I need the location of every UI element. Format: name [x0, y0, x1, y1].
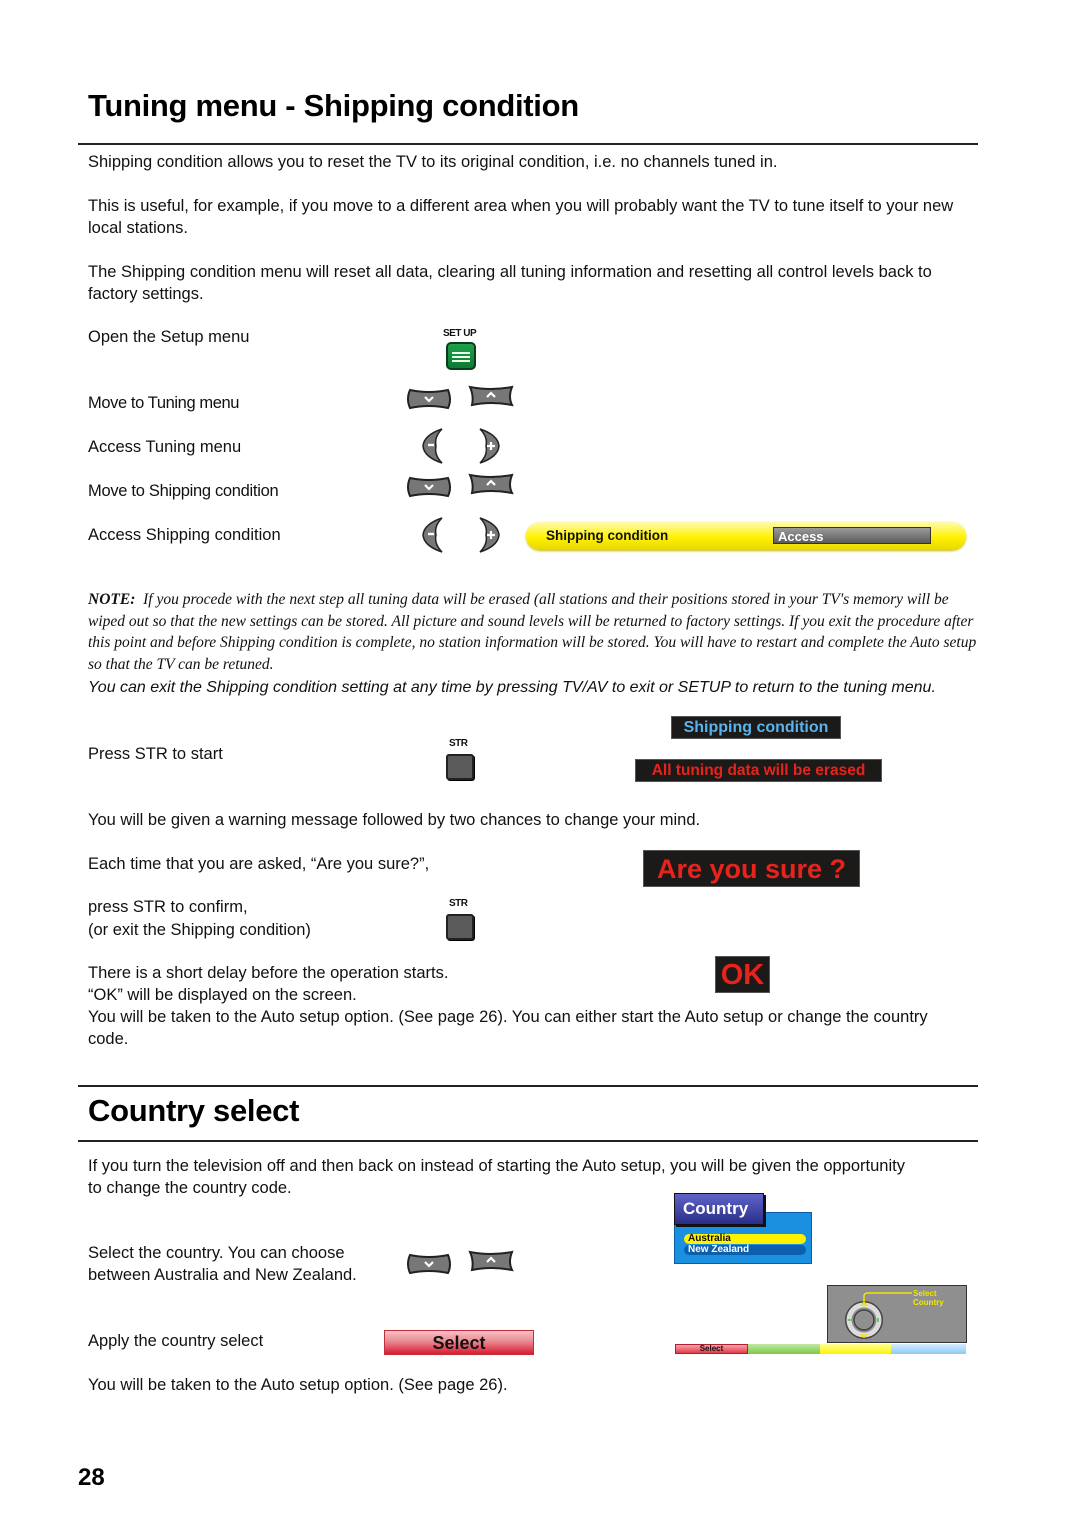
colorbar-blue[interactable] [891, 1344, 966, 1354]
osd-ok: OK [715, 956, 770, 993]
up-button-icon [468, 385, 514, 407]
colorbar-red-select[interactable]: Select [675, 1344, 748, 1354]
select-button[interactable]: Select [384, 1330, 534, 1355]
minus-button-icon [422, 517, 443, 553]
str-button-icon [446, 754, 474, 780]
osd-menu-row-value: Access [773, 527, 931, 544]
warning-text: You will be given a warning message foll… [88, 811, 701, 829]
str-button-label: STR [449, 898, 468, 909]
osd-menu-row-shipping: Shipping condition Access [526, 522, 966, 550]
step-move-tuning: Move to Tuning menu [88, 394, 240, 412]
select-country-text: Select the country. You can choose betwe… [88, 1244, 357, 1284]
colorbar-green[interactable] [748, 1344, 820, 1354]
page-number: 28 [78, 1464, 105, 1491]
step-access-tuning: Access Tuning menu [88, 438, 242, 456]
exit-shipping-text: (or exit the Shipping condition) [88, 921, 311, 939]
note-exit-text: You can exit the Shipping condition sett… [88, 679, 936, 696]
country-option-new-zealand[interactable]: New Zealand [684, 1245, 806, 1255]
intro-paragraph-1: Shipping condition allows you to reset t… [88, 153, 778, 171]
step-open-setup: Open the Setup menu [88, 328, 250, 346]
note-label: NOTE: [88, 591, 136, 608]
down-button-icon [407, 476, 451, 498]
intro-paragraph-3: The Shipping condition menu will reset a… [88, 263, 932, 303]
after-select-text: You will be taken to the Auto setup opti… [88, 1376, 508, 1394]
plus-button-icon [479, 428, 500, 464]
step-access-shipping: Access Shipping condition [88, 526, 281, 544]
country-intro: If you turn the television off and then … [88, 1157, 905, 1197]
setup-button-label: SET UP [443, 328, 477, 339]
title-rule [78, 143, 978, 145]
osd-warning: All tuning data will be erased [635, 759, 882, 782]
osd-are-you-sure: Are you sure ? [643, 850, 860, 887]
down-button-icon [407, 388, 451, 410]
section-title-country-select: Country select [88, 1093, 300, 1128]
down-button-icon [407, 1253, 451, 1275]
auto-setup-text: You will be taken to the Auto setup opti… [88, 1008, 928, 1048]
page-title: Tuning menu - Shipping condition [88, 88, 579, 123]
osd-country-title: Country [674, 1193, 764, 1225]
up-button-icon [468, 1250, 514, 1272]
osd-help-box: Select Country [827, 1285, 967, 1343]
press-confirm-text: press STR to confirm, [88, 898, 248, 916]
note-block: NOTE: If you procede with the next step … [88, 589, 978, 675]
str-button-icon [446, 914, 474, 940]
str-button-label: STR [449, 738, 468, 749]
country-option-australia[interactable]: Australia [684, 1234, 806, 1244]
up-button-icon [468, 473, 514, 495]
press-str-text: Press STR to start [88, 745, 223, 763]
help-label: Select Country [913, 1289, 944, 1307]
apply-country-text: Apply the country select [88, 1332, 264, 1350]
step-move-shipping: Move to Shipping condition [88, 482, 279, 500]
section-rule-top [78, 1085, 978, 1087]
each-time-text: Each time that you are asked, “Are you s… [88, 855, 430, 873]
note-text: If you procede with the next step all tu… [88, 591, 977, 673]
minus-button-icon [422, 428, 443, 464]
ok-displayed-text: “OK” will be displayed on the screen. [88, 986, 357, 1004]
osd-menu-row-label: Shipping condition [546, 528, 669, 543]
osd-shipping-title: Shipping condition [671, 716, 841, 739]
setup-button-icon [446, 342, 476, 370]
section-rule-bottom [78, 1140, 978, 1142]
colorbar-yellow[interactable] [820, 1344, 891, 1354]
delay-text: There is a short delay before the operat… [88, 964, 449, 982]
plus-button-icon [479, 517, 500, 553]
intro-paragraph-2: This is useful, for example, if you move… [88, 197, 954, 237]
